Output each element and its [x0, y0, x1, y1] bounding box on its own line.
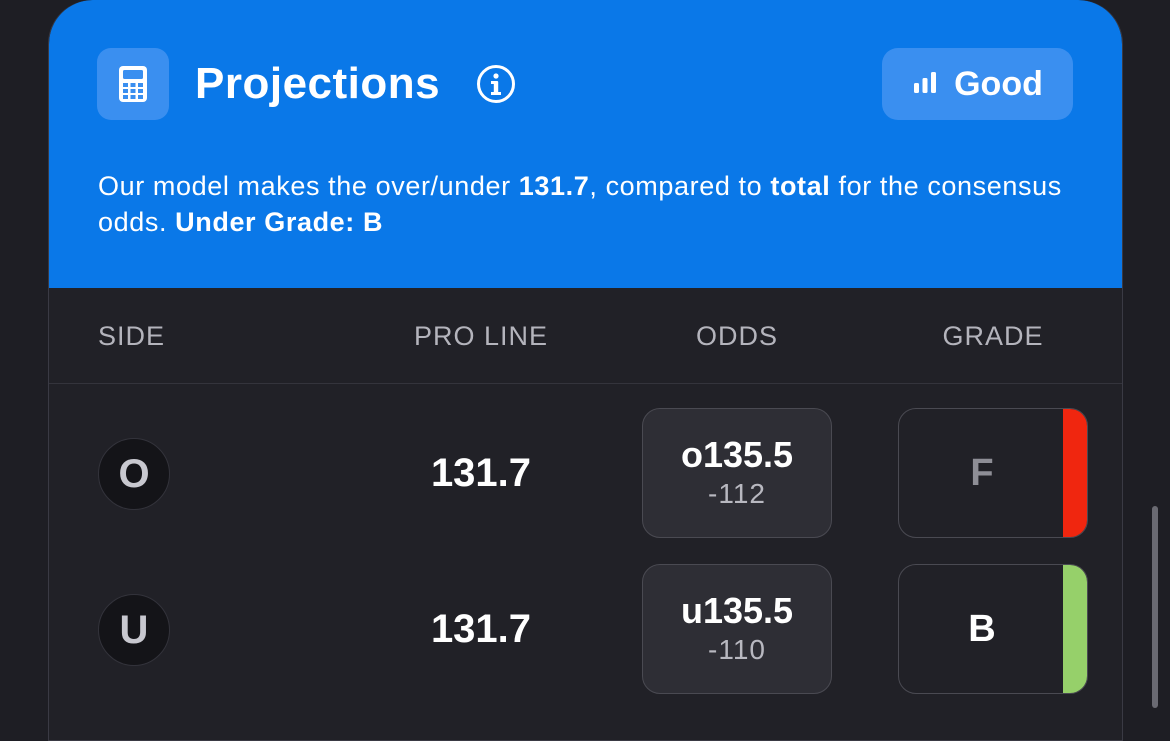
odds-line-over: o135.5	[680, 434, 794, 475]
side-under-badge: U	[98, 594, 170, 666]
column-header-grade: GRADE	[942, 321, 1044, 351]
pro-line-over: 131.7	[430, 451, 532, 495]
grade-over-letter: F	[970, 451, 994, 494]
column-header-pro-line: PRO LINE	[413, 321, 549, 351]
grade-under-box: B	[898, 564, 1088, 694]
table-divider	[49, 383, 1122, 384]
odds-under-button[interactable]: u135.5 -110	[642, 564, 832, 694]
info-icon[interactable]	[476, 64, 516, 104]
column-header-odds: ODDS	[695, 321, 778, 351]
desc-total: total	[770, 171, 831, 201]
desc-grade: Under Grade: B	[175, 207, 384, 237]
desc-value: 131.7	[518, 171, 590, 201]
grade-over-box: F	[898, 408, 1088, 538]
column-header-side: SIDE	[98, 321, 166, 351]
quality-label: Good	[954, 64, 1043, 103]
desc-middle: , compared to	[589, 171, 771, 201]
scrollbar[interactable]	[1152, 506, 1158, 708]
odds-price-over: -112	[708, 478, 766, 509]
grade-under-letter: B	[968, 607, 996, 650]
grade-under-color-bar	[1063, 565, 1087, 693]
projections-card: Projections Good Our model makes the ove…	[48, 0, 1123, 741]
desc-prefix: Our model makes the over/under	[98, 171, 519, 201]
page-title: Projections	[195, 59, 441, 108]
quality-badge-button[interactable]: Good	[882, 48, 1073, 120]
odds-over-button[interactable]: o135.5 -112	[642, 408, 832, 538]
side-over-badge: O	[98, 438, 170, 510]
signal-bars-icon	[912, 65, 938, 104]
pro-line-under: 131.7	[430, 607, 532, 651]
odds-line-under: u135.5	[680, 590, 794, 631]
grade-over-color-bar	[1063, 409, 1087, 537]
odds-price-under: -110	[708, 634, 766, 665]
projection-description: Our model makes the over/under 131.7, co…	[98, 168, 1088, 240]
projections-header: Projections Good Our model makes the ove…	[49, 0, 1122, 288]
calculator-icon	[97, 48, 169, 120]
